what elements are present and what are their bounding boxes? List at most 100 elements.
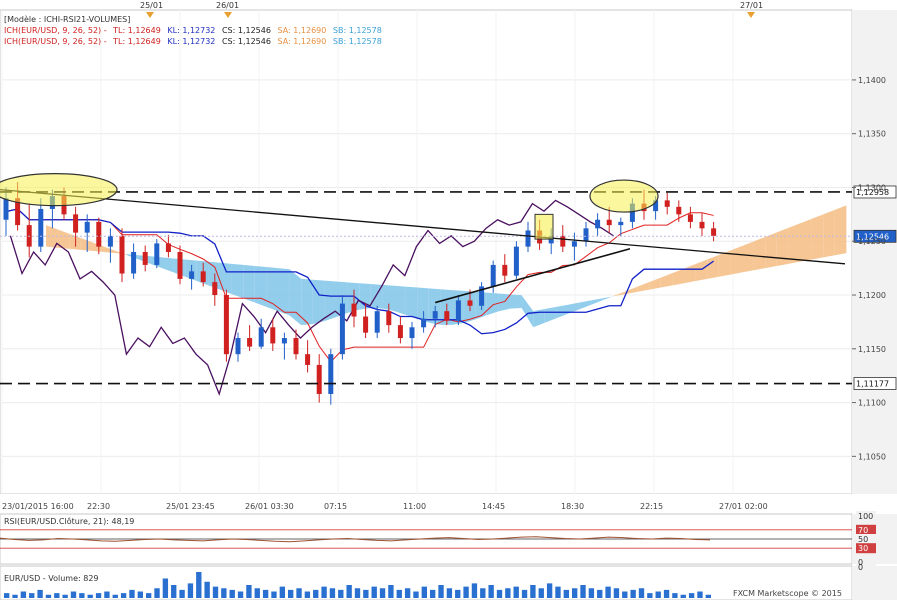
volume-bar bbox=[196, 572, 202, 598]
volume-bar bbox=[338, 589, 344, 598]
volume-bar bbox=[296, 588, 302, 598]
x-tick-label: 14:45 bbox=[482, 502, 505, 511]
highlight-ellipse-left bbox=[0, 173, 118, 207]
candle-body bbox=[397, 325, 403, 339]
candle-body bbox=[84, 221, 90, 233]
price-tag-label: 1,11177 bbox=[856, 380, 889, 389]
candle-body bbox=[73, 214, 79, 233]
volume-bar bbox=[530, 585, 536, 598]
volume-bar bbox=[346, 585, 352, 598]
volume-bar bbox=[672, 593, 678, 598]
candle-body bbox=[154, 243, 160, 265]
volume-bar bbox=[304, 591, 311, 598]
cloud-segment bbox=[289, 269, 302, 326]
volume-bar bbox=[638, 588, 645, 598]
volume-bar bbox=[363, 589, 369, 598]
volume-bar bbox=[580, 585, 586, 598]
candle-body bbox=[38, 208, 44, 247]
volume-bar bbox=[496, 589, 503, 598]
cloud-segment bbox=[753, 236, 766, 271]
candle-body bbox=[223, 295, 229, 355]
x-tick-label: 23/01/2015 16:00 bbox=[2, 502, 74, 511]
candle-body bbox=[583, 228, 589, 242]
volume-bar bbox=[463, 586, 469, 598]
highlight-ellipse-right bbox=[589, 179, 659, 213]
candle-body bbox=[699, 221, 705, 229]
volume-bar bbox=[137, 591, 143, 598]
volume-bar bbox=[396, 589, 402, 598]
volume-bar bbox=[279, 586, 285, 598]
volume-bar bbox=[588, 588, 595, 598]
volume-bar bbox=[54, 593, 60, 598]
volume-label: EUR/USD - Volume: 829 bbox=[4, 574, 99, 583]
candle-body bbox=[305, 354, 311, 365]
cloud-segment bbox=[800, 218, 812, 262]
watermark: FXCM Marketscope © 2015 bbox=[733, 589, 842, 598]
y-tick-label: 1,1400 bbox=[858, 76, 886, 85]
y-tick-label: 1,1150 bbox=[858, 345, 886, 354]
candle-body bbox=[351, 303, 357, 317]
cloud-segment bbox=[765, 232, 777, 269]
volume-bar bbox=[37, 589, 43, 598]
volume-bar bbox=[546, 583, 553, 598]
cloud-segment bbox=[788, 223, 800, 264]
candle-body bbox=[200, 271, 206, 283]
cloud-segment bbox=[742, 241, 754, 273]
y-tick-label: 1,1250 bbox=[858, 237, 886, 246]
x-tick-label: 11:00 bbox=[403, 502, 426, 511]
x-tick-label: 27/01 02:00 bbox=[719, 502, 768, 511]
candle-body bbox=[142, 252, 148, 265]
candle-body bbox=[363, 316, 369, 333]
volume-bar bbox=[79, 593, 85, 598]
volume-zero-label: 0 bbox=[858, 563, 863, 572]
volume-bar bbox=[505, 588, 511, 598]
legend-line-1: ICH(EUR/USD, 9, 26, 52) - TL: 1,12649 KL… bbox=[4, 26, 382, 35]
cloud-segment bbox=[231, 263, 244, 299]
volume-bar bbox=[104, 591, 110, 598]
rsi-level-label: 30 bbox=[858, 544, 868, 553]
legend-line-2: ICH(EUR/USD, 9, 26, 52) - TL: 1,12649 KL… bbox=[4, 37, 382, 46]
x-tick-label: 18:30 bbox=[561, 502, 584, 511]
volume-bar bbox=[630, 589, 636, 598]
volume-bar bbox=[246, 585, 252, 598]
ichimoku-chart: 1,129581,125461,11177 1,14001,13501,1300… bbox=[0, 1, 897, 600]
y-tick-label: 1,1200 bbox=[858, 291, 886, 300]
candle-body bbox=[421, 318, 427, 328]
candle-body bbox=[96, 221, 102, 247]
main-panel bbox=[0, 9, 853, 495]
volume-bar bbox=[237, 591, 244, 598]
volume-bar bbox=[388, 585, 394, 598]
volume-bar bbox=[513, 586, 519, 598]
volume-bar bbox=[521, 589, 528, 598]
cloud-segment bbox=[811, 214, 824, 260]
rsi-label: RSI(EUR/USD.Clôture, 21): 48,19 bbox=[4, 516, 134, 526]
candle-body bbox=[339, 303, 345, 355]
candle-body bbox=[258, 327, 264, 347]
candle-body bbox=[107, 235, 113, 247]
candle-body bbox=[293, 338, 299, 355]
candle-body bbox=[444, 311, 450, 321]
cloud-segment bbox=[382, 284, 394, 311]
volume-bar bbox=[171, 585, 177, 598]
volume-bar bbox=[45, 594, 52, 598]
volume-bar bbox=[4, 593, 10, 598]
cloud-segment bbox=[834, 205, 847, 256]
volume-bar bbox=[647, 593, 653, 598]
volume-bar bbox=[371, 586, 377, 598]
volume-bar bbox=[120, 593, 127, 598]
y-tick-label: 1,1050 bbox=[858, 452, 886, 461]
candle-body bbox=[165, 243, 171, 252]
volume-bar bbox=[95, 593, 102, 598]
candle-body bbox=[247, 338, 253, 347]
volume-bar bbox=[680, 594, 686, 598]
candle-body bbox=[316, 364, 322, 394]
rsi-level-label: 50 bbox=[858, 535, 868, 544]
volume-bar bbox=[154, 588, 160, 598]
candle-body bbox=[386, 311, 392, 326]
candle-body bbox=[595, 219, 601, 229]
volume-bar bbox=[455, 589, 461, 598]
x-tick-label: 22:15 bbox=[640, 502, 663, 511]
volume-bar bbox=[605, 586, 611, 598]
volume-bar bbox=[572, 588, 578, 598]
volume-bar bbox=[146, 593, 152, 598]
